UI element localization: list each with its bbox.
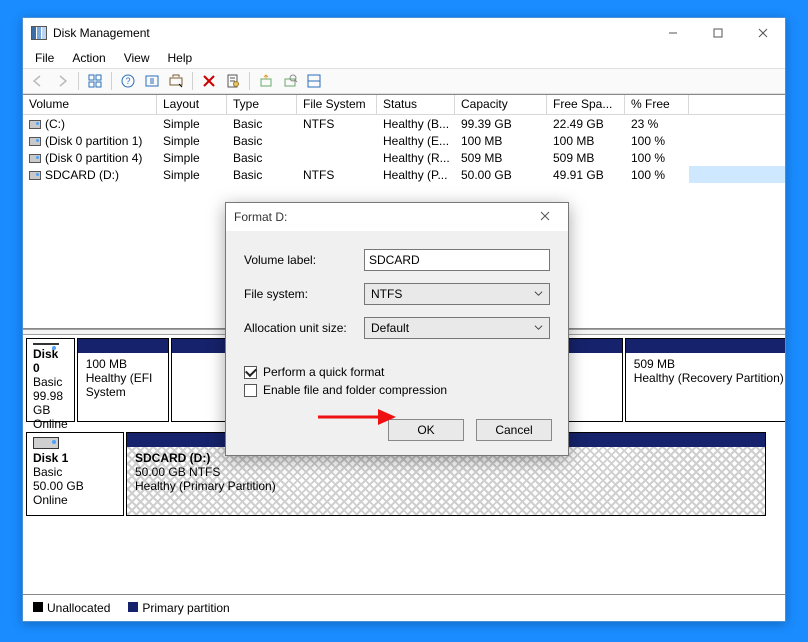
cell: NTFS: [297, 115, 377, 133]
cell: 100 %: [625, 132, 689, 150]
disk-label[interactable]: Disk 0Basic99.98 GBOnline: [26, 338, 75, 422]
legend-primary: Primary partition: [128, 601, 229, 615]
cell: Basic: [227, 166, 297, 184]
svg-text:?: ?: [125, 76, 130, 86]
menu-help[interactable]: Help: [160, 50, 201, 66]
cell: Healthy (R...: [377, 149, 455, 167]
cell: 100 MB: [547, 132, 625, 150]
partition[interactable]: 509 MBHealthy (Recovery Partition): [625, 338, 785, 422]
disk-label[interactable]: Disk 1Basic50.00 GBOnline: [26, 432, 124, 516]
volume-label-input[interactable]: [364, 249, 550, 271]
menu-action[interactable]: Action: [64, 50, 113, 66]
cell: (C:): [23, 115, 157, 133]
column-capacity[interactable]: Capacity: [455, 95, 547, 114]
view-mode-icon[interactable]: [303, 70, 325, 92]
cell: SDCARD (D:): [23, 166, 157, 184]
compression-label: Enable file and folder compression: [263, 383, 447, 397]
cell: Simple: [157, 166, 227, 184]
allocation-label: Allocation unit size:: [244, 321, 364, 335]
grid-icon[interactable]: [84, 70, 106, 92]
cell: Healthy (B...: [377, 115, 455, 133]
cell: 22.49 GB: [547, 115, 625, 133]
close-button[interactable]: [740, 18, 785, 48]
minimize-button[interactable]: [650, 18, 695, 48]
column-pctfree[interactable]: % Free: [625, 95, 689, 114]
column-volume[interactable]: Volume: [23, 95, 157, 114]
allocation-combo[interactable]: Default: [364, 317, 550, 339]
cell: Simple: [157, 149, 227, 167]
cell: 100 MB: [455, 132, 547, 150]
column-layout[interactable]: Layout: [157, 95, 227, 114]
dialog-title: Format D:: [234, 210, 530, 224]
column-spare[interactable]: [689, 95, 785, 114]
chevron-down-icon: [534, 287, 543, 301]
column-status[interactable]: Status: [377, 95, 455, 114]
maximize-button[interactable]: [695, 18, 740, 48]
cell: 99.39 GB: [455, 115, 547, 133]
cell: 23 %: [625, 115, 689, 133]
volume-label-label: Volume label:: [244, 253, 364, 267]
cell: (Disk 0 partition 1): [23, 132, 157, 150]
filesystem-label: File system:: [244, 287, 364, 301]
quick-format-label: Perform a quick format: [263, 365, 384, 379]
app-icon: [31, 26, 47, 40]
volume-row[interactable]: (C:)SimpleBasicNTFSHealthy (B...99.39 GB…: [23, 115, 785, 132]
titlebar: Disk Management: [23, 18, 785, 48]
refresh-icon[interactable]: [141, 70, 163, 92]
delete-icon[interactable]: [198, 70, 220, 92]
cell: 50.00 GB: [455, 166, 547, 184]
legend: Unallocated Primary partition: [23, 595, 785, 621]
allocation-value: Default: [371, 321, 409, 335]
window-title: Disk Management: [53, 26, 650, 40]
format-dialog: Format D: Volume label: File system: NTF…: [225, 202, 569, 456]
column-filesystem[interactable]: File System: [297, 95, 377, 114]
list-header: Volume Layout Type File System Status Ca…: [23, 95, 785, 115]
quick-format-checkbox[interactable]: [244, 366, 257, 379]
cell: 49.91 GB: [547, 166, 625, 184]
cell: 100 %: [625, 149, 689, 167]
cell: Healthy (P...: [377, 166, 455, 184]
toolbar: ?: [23, 68, 785, 94]
properties-icon[interactable]: [222, 70, 244, 92]
ok-button[interactable]: OK: [388, 419, 464, 441]
compression-checkbox[interactable]: [244, 384, 257, 397]
dialog-close-icon[interactable]: [530, 210, 560, 224]
cell: [297, 139, 377, 143]
legend-unallocated: Unallocated: [33, 601, 110, 615]
help-icon[interactable]: ?: [117, 70, 139, 92]
back-icon[interactable]: [27, 70, 49, 92]
cell: Simple: [157, 115, 227, 133]
disk-icon: [33, 437, 59, 449]
rescan-icon[interactable]: [165, 70, 187, 92]
cell: Simple: [157, 132, 227, 150]
volume-row[interactable]: (Disk 0 partition 1)SimpleBasic Healthy (…: [23, 132, 785, 149]
cell: [297, 156, 377, 160]
cell: Basic: [227, 149, 297, 167]
disk-icon: [33, 343, 59, 345]
menu-file[interactable]: File: [27, 50, 62, 66]
cell: 509 MB: [455, 149, 547, 167]
cell: 100 %: [625, 166, 689, 184]
partition[interactable]: 100 MBHealthy (EFI System: [77, 338, 169, 422]
cell: 509 MB: [547, 149, 625, 167]
new-volume-icon[interactable]: [255, 70, 277, 92]
cancel-button[interactable]: Cancel: [476, 419, 552, 441]
volume-row[interactable]: (Disk 0 partition 4)SimpleBasic Healthy (…: [23, 149, 785, 166]
dialog-titlebar: Format D:: [226, 203, 568, 231]
cell: Basic: [227, 132, 297, 150]
forward-icon[interactable]: [51, 70, 73, 92]
menu-view[interactable]: View: [116, 50, 158, 66]
cell: NTFS: [297, 166, 377, 184]
format-icon[interactable]: [279, 70, 301, 92]
column-type[interactable]: Type: [227, 95, 297, 114]
menubar: File Action View Help: [23, 48, 785, 68]
cell: Basic: [227, 115, 297, 133]
volume-row[interactable]: SDCARD (D:)SimpleBasicNTFSHealthy (P...5…: [23, 166, 785, 183]
column-freespace[interactable]: Free Spa...: [547, 95, 625, 114]
filesystem-value: NTFS: [371, 287, 402, 301]
chevron-down-icon: [534, 321, 543, 335]
cell: Healthy (E...: [377, 132, 455, 150]
cell: (Disk 0 partition 4): [23, 149, 157, 167]
filesystem-combo[interactable]: NTFS: [364, 283, 550, 305]
